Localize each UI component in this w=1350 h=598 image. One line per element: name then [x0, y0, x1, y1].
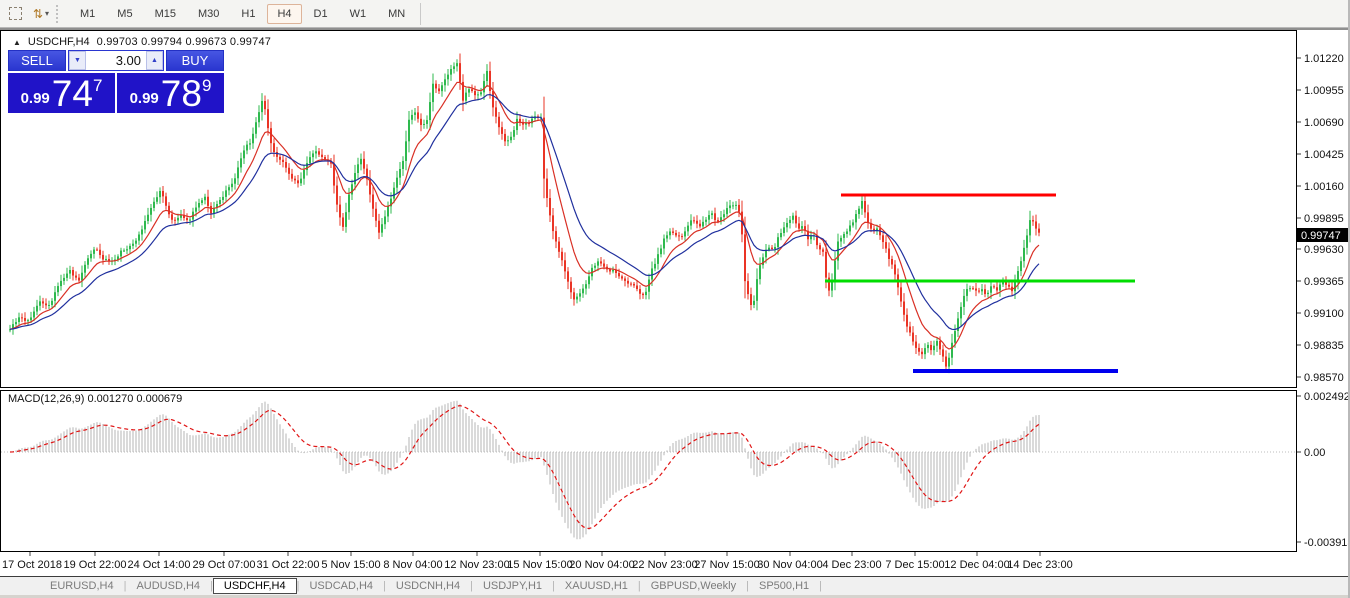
tab-sp500-h1[interactable]: SP500,H1	[749, 578, 819, 594]
chart-tab-bar: EURUSD,H4|AUDUSD,H4|USDCHF,H4|USDCAD,H4|…	[0, 576, 1350, 595]
tab-eurusd-h4[interactable]: EURUSD,H4	[40, 578, 124, 594]
tab-usdjpy-h1[interactable]: USDJPY,H1	[473, 578, 552, 594]
time-axis-label: 29 Oct 07:00	[193, 559, 256, 571]
window-edge	[0, 28, 1350, 30]
price-axis-label: 0.98570	[1304, 372, 1344, 384]
volume-input[interactable]: 3.00	[86, 51, 146, 70]
one-click-trade-panel: SELL ▼ 3.00 ▲ BUY 0.99 74 7 0.99 78 9	[8, 50, 224, 113]
sell-price-main: 74	[52, 79, 93, 109]
macd-indicator-label: MACD(12,26,9) 0.001270 0.000679	[8, 393, 182, 405]
tf-button-m30[interactable]: M30	[188, 4, 229, 24]
time-axis-label: 20 Nov 04:00	[569, 559, 634, 571]
volume-box: ▼ 3.00 ▲	[68, 50, 164, 71]
macd-axis-label: -0.003913	[1304, 537, 1350, 549]
volume-up-button[interactable]: ▲	[146, 51, 163, 70]
tf-button-m15[interactable]: M15	[145, 4, 186, 24]
macd-axis-label: 0.002492	[1304, 391, 1350, 403]
time-axis-label: 22 Nov 23:00	[632, 559, 697, 571]
buy-price-sup: 9	[202, 77, 211, 94]
price-axis-label: 0.99365	[1304, 276, 1344, 288]
tf-button-h1[interactable]: H1	[231, 4, 265, 24]
timeframe-buttons: M1M5M15M30H1H4D1W1MN	[69, 4, 416, 24]
chart-ohlc-values: 0.99703 0.99794 0.99673 0.99747	[97, 36, 271, 48]
tab-audusd-h4[interactable]: AUDUSD,H4	[126, 578, 210, 594]
time-axis-label: 27 Nov 15:00	[694, 559, 759, 571]
sell-button[interactable]: SELL	[8, 50, 66, 71]
time-axis-label: 19 Oct 22:00	[64, 559, 127, 571]
price-axis-label: 1.00690	[1304, 117, 1344, 129]
dashed-box-icon	[9, 7, 22, 20]
indicators-glyph-icon: ⇅	[33, 7, 43, 21]
buy-price-prefix: 0.99	[130, 91, 159, 106]
time-axis-label: 30 Nov 04:00	[757, 559, 822, 571]
time-axis-label: 8 Nov 04:00	[383, 559, 442, 571]
price-axis-label: 1.00425	[1304, 149, 1344, 161]
price-axis-label: 1.00160	[1304, 181, 1344, 193]
toolbar-grip[interactable]	[56, 5, 65, 23]
time-axis-label: 15 Nov 15:00	[507, 559, 572, 571]
tab-usdchf-h4[interactable]: USDCHF,H4	[213, 578, 297, 594]
selection-icon[interactable]	[4, 4, 26, 24]
tf-button-w1[interactable]: W1	[340, 4, 377, 24]
toolbar-separator	[420, 3, 421, 25]
trade-panel-toggle-icon[interactable]: ▲	[13, 38, 21, 47]
macd-axis-label: 0.00	[1304, 447, 1325, 459]
tab-xauusd-h1[interactable]: XAUUSD,H1	[555, 578, 638, 594]
time-axis-label: 7 Dec 15:00	[885, 559, 944, 571]
time-axis-label: 31 Oct 22:00	[257, 559, 320, 571]
current-price-text: 0.99747	[1301, 230, 1341, 242]
tf-button-mn[interactable]: MN	[378, 4, 415, 24]
tab-gbpusd-weekly[interactable]: GBPUSD,Weekly	[641, 578, 746, 594]
time-axis-label: 12 Nov 23:00	[444, 559, 509, 571]
time-axis-label: 17 Oct 2018	[2, 559, 62, 571]
price-axis-label: 0.99630	[1304, 244, 1344, 256]
sell-price-sup: 7	[93, 77, 102, 94]
tab-usdcnh-h4[interactable]: USDCNH,H4	[386, 578, 470, 594]
time-axis-label: 14 Dec 23:00	[1007, 559, 1072, 571]
price-axis-label: 0.99895	[1304, 213, 1344, 225]
chart-symbol-label: USDCHF,H4	[28, 36, 90, 48]
tab-usdcad-h4[interactable]: USDCAD,H4	[299, 578, 383, 594]
buy-price-pane[interactable]: 0.99 78 9	[117, 73, 224, 113]
sell-price-prefix: 0.99	[21, 91, 50, 106]
time-axis-label: 24 Oct 14:00	[128, 559, 191, 571]
indicators-icon[interactable]: ⇅ ▾	[30, 4, 52, 24]
time-axis-label: 12 Dec 04:00	[944, 559, 1009, 571]
sell-price-pane[interactable]: 0.99 74 7	[8, 73, 115, 113]
dropdown-caret-icon: ▾	[45, 9, 49, 18]
buy-button[interactable]: BUY	[166, 50, 224, 71]
tf-button-m5[interactable]: M5	[107, 4, 142, 24]
volume-down-button[interactable]: ▼	[69, 51, 86, 70]
time-axis-label: 4 Dec 23:00	[822, 559, 881, 571]
tab-separator: |	[819, 580, 822, 592]
price-axis-label: 0.98835	[1304, 340, 1344, 352]
toolbar: ⇅ ▾ M1M5M15M30H1H4D1W1MN	[0, 0, 1350, 28]
tf-button-m1[interactable]: M1	[70, 4, 105, 24]
price-axis-label: 0.99100	[1304, 308, 1344, 320]
price-axis-label: 1.01220	[1304, 53, 1344, 65]
chart-title: ▲ USDCHF,H4 0.99703 0.99794 0.99673 0.99…	[13, 36, 271, 48]
tf-button-d1[interactable]: D1	[304, 4, 338, 24]
tf-button-h4[interactable]: H4	[267, 4, 301, 24]
buy-price-main: 78	[161, 79, 202, 109]
time-axis-label: 5 Nov 15:00	[321, 559, 380, 571]
price-axis-label: 1.00955	[1304, 85, 1344, 97]
